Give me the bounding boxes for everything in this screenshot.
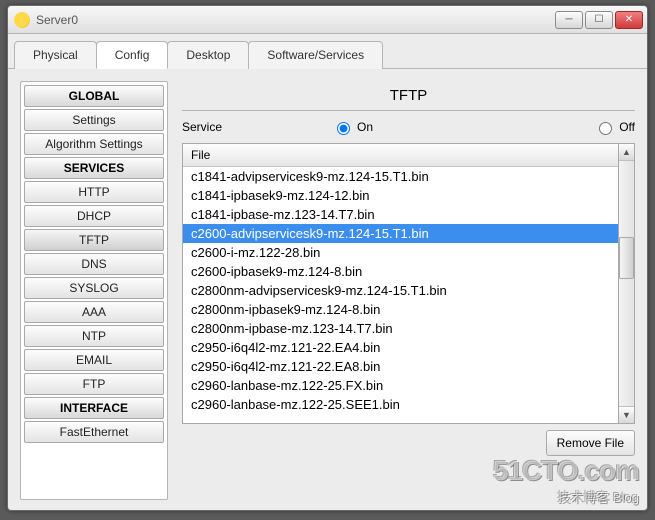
- tab-software-services[interactable]: Software/Services: [248, 41, 383, 69]
- scroll-track[interactable]: [619, 161, 634, 406]
- tab-desktop[interactable]: Desktop: [167, 41, 249, 69]
- window-title: Server0: [36, 13, 555, 27]
- maximize-button[interactable]: ☐: [585, 11, 613, 29]
- file-row[interactable]: c2800nm-ipbase-mz.123-14.T7.bin: [183, 319, 618, 338]
- tab-bar: Physical Config Desktop Software/Service…: [8, 34, 647, 69]
- service-on-radio[interactable]: [337, 122, 350, 135]
- sidebar-item-dhcp[interactable]: DHCP: [24, 205, 164, 227]
- sidebar-item-http[interactable]: HTTP: [24, 181, 164, 203]
- file-row[interactable]: c2600-advipservicesk9-mz.124-15.T1.bin: [183, 224, 618, 243]
- scroll-up-button[interactable]: ▲: [619, 144, 634, 161]
- sidebar-item-fastethernet[interactable]: FastEthernet: [24, 421, 164, 443]
- file-row[interactable]: c2950-i6q4l2-mz.121-22.EA8.bin: [183, 357, 618, 376]
- minimize-button[interactable]: ─: [555, 11, 583, 29]
- file-scrollbar[interactable]: ▲ ▼: [618, 143, 635, 424]
- sidebar-item-algorithm-settings[interactable]: Algorithm Settings: [24, 133, 164, 155]
- sidebar-item-email[interactable]: EMAIL: [24, 349, 164, 371]
- file-row[interactable]: c2950-i6q4l2-mz.121-22.EA4.bin: [183, 338, 618, 357]
- sidebar-section-interface: INTERFACE: [24, 397, 164, 419]
- file-row[interactable]: c2960-lanbase-mz.122-25.FX.bin: [183, 376, 618, 395]
- scroll-thumb[interactable]: [619, 237, 634, 279]
- close-button[interactable]: ✕: [615, 11, 643, 29]
- file-row[interactable]: c1841-advipservicesk9-mz.124-15.T1.bin: [183, 167, 618, 186]
- file-row[interactable]: c1841-ipbasek9-mz.124-12.bin: [183, 186, 618, 205]
- file-row[interactable]: c2600-i-mz.122-28.bin: [183, 243, 618, 262]
- service-off-radio[interactable]: [599, 122, 612, 135]
- service-off-option[interactable]: Off: [594, 119, 635, 135]
- service-label: Service: [182, 120, 332, 134]
- file-list[interactable]: c1841-advipservicesk9-mz.124-15.T1.binc1…: [183, 167, 618, 423]
- main-panel: TFTP Service On Off File c1841-advipserv…: [182, 81, 635, 500]
- titlebar[interactable]: Server0 ─ ☐ ✕: [8, 6, 647, 34]
- sidebar-item-syslog[interactable]: SYSLOG: [24, 277, 164, 299]
- remove-file-button[interactable]: Remove File: [546, 430, 635, 456]
- file-row[interactable]: c2960-lanbase-mz.122-25.SEE1.bin: [183, 395, 618, 414]
- scroll-down-button[interactable]: ▼: [619, 406, 634, 423]
- file-row[interactable]: c2600-ipbasek9-mz.124-8.bin: [183, 262, 618, 281]
- sidebar-item-settings[interactable]: Settings: [24, 109, 164, 131]
- sidebar-section-services: SERVICES: [24, 157, 164, 179]
- sidebar-item-aaa[interactable]: AAA: [24, 301, 164, 323]
- file-row[interactable]: c1841-ipbase-mz.123-14.T7.bin: [183, 205, 618, 224]
- file-table: File c1841-advipservicesk9-mz.124-15.T1.…: [182, 143, 618, 424]
- file-row[interactable]: c2800nm-ipbasek9-mz.124-8.bin: [183, 300, 618, 319]
- app-icon: [14, 12, 30, 28]
- panel-title: TFTP: [182, 87, 635, 111]
- sidebar-item-ntp[interactable]: NTP: [24, 325, 164, 347]
- sidebar-section-global: GLOBAL: [24, 85, 164, 107]
- file-column-header[interactable]: File: [183, 144, 618, 167]
- file-row[interactable]: c2800nm-advipservicesk9-mz.124-15.T1.bin: [183, 281, 618, 300]
- tab-config[interactable]: Config: [96, 41, 169, 69]
- sidebar-item-ftp[interactable]: FTP: [24, 373, 164, 395]
- service-row: Service On Off: [182, 119, 635, 135]
- sidebar: GLOBALSettingsAlgorithm SettingsSERVICES…: [20, 81, 168, 500]
- sidebar-item-dns[interactable]: DNS: [24, 253, 164, 275]
- sidebar-item-tftp[interactable]: TFTP: [24, 229, 164, 251]
- tab-physical[interactable]: Physical: [14, 41, 97, 69]
- app-window: Server0 ─ ☐ ✕ Physical Config Desktop So…: [7, 5, 648, 511]
- service-on-option[interactable]: On: [332, 119, 373, 135]
